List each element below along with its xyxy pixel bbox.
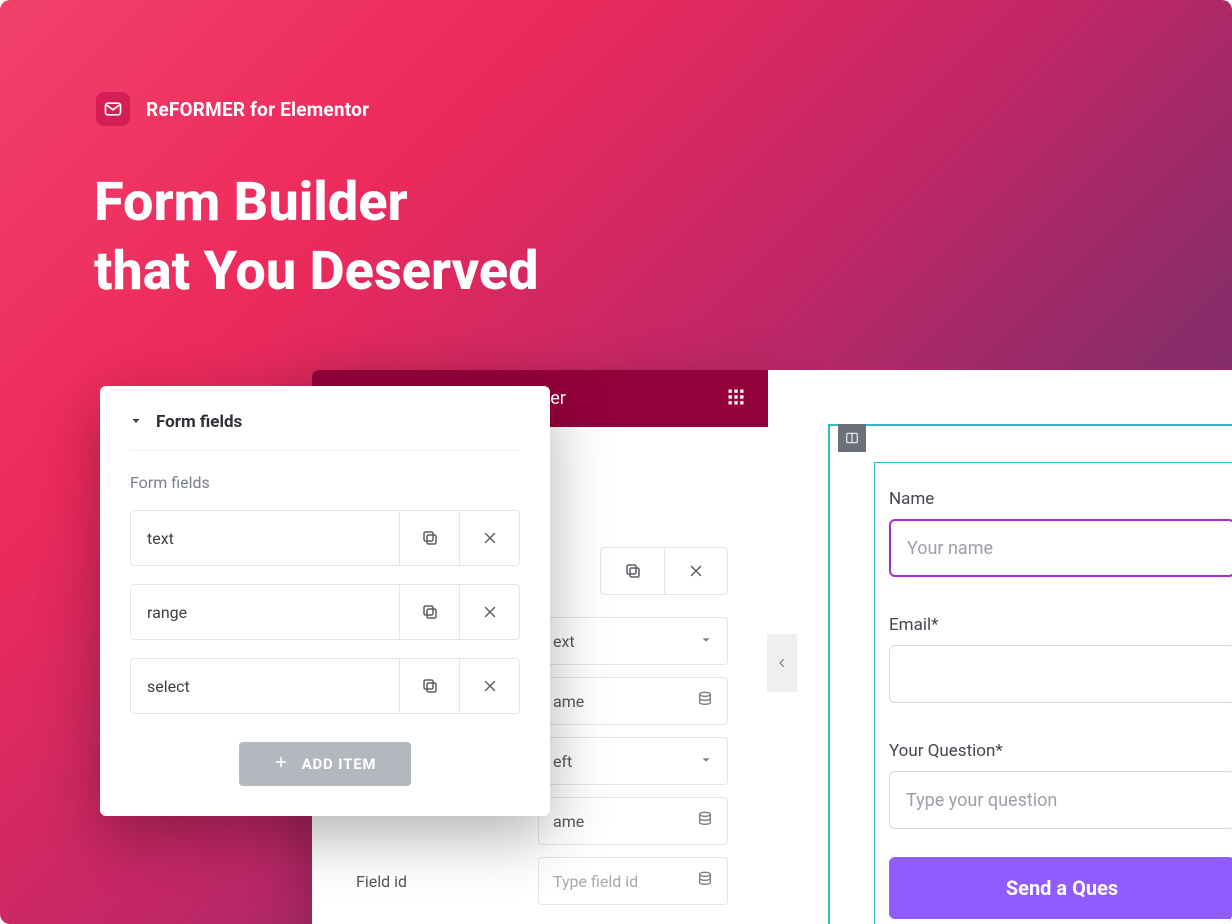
setting-field-id: Field id Type field id	[356, 857, 728, 905]
email-input[interactable]	[889, 645, 1232, 703]
duplicate-button[interactable]	[399, 659, 459, 713]
field-id-input[interactable]: Type field id	[538, 857, 728, 905]
copy-icon	[421, 677, 439, 695]
name-placeholder: Your name	[907, 538, 993, 559]
preview-field-email: Email*	[889, 615, 1232, 703]
copy-icon	[421, 529, 439, 547]
widget-handle[interactable]	[838, 424, 866, 452]
form-field-name: select	[131, 659, 399, 713]
apps-icon[interactable]	[726, 387, 746, 411]
field-id-label: Field id	[356, 872, 407, 891]
hero-title: Form Builder that You Deserved	[94, 168, 539, 306]
close-icon	[481, 529, 499, 547]
preview-canvas: Name Your name Email* Your Question* Typ…	[768, 370, 1232, 924]
preview-section-selection[interactable]: Name Your name Email* Your Question* Typ…	[828, 424, 1232, 924]
chevron-down-icon	[699, 632, 713, 651]
name-input[interactable]: Your name	[889, 519, 1232, 577]
label-value: ame	[553, 812, 584, 831]
form-field-item[interactable]: range	[130, 584, 520, 640]
copy-icon	[624, 562, 642, 580]
duplicate-button[interactable]	[600, 547, 664, 595]
plus-icon	[274, 755, 288, 773]
form-field-name: range	[131, 585, 399, 639]
name-label: Name	[889, 489, 1232, 509]
field-id-placeholder: Type field id	[553, 872, 638, 891]
close-icon	[481, 677, 499, 695]
form-field-item[interactable]: select	[130, 658, 520, 714]
hero-line-1: Form Builder	[94, 168, 539, 237]
question-label: Your Question*	[889, 741, 1232, 761]
hero-canvas: ReFORMER for Elementor Form Builder that…	[0, 0, 1232, 924]
database-icon	[697, 691, 713, 711]
popover-section-label: Form fields	[130, 473, 520, 492]
submit-button[interactable]: Send a Ques	[889, 857, 1232, 919]
form-fields-list: text range select	[130, 510, 520, 714]
form-fields-popover: Form fields Form fields text range	[100, 386, 550, 816]
brand-icon	[96, 92, 130, 126]
preview-field-name: Name Your name	[889, 489, 1232, 577]
copy-icon	[421, 603, 439, 621]
chevron-down-icon	[699, 752, 713, 771]
preview-field-question: Your Question* Type your question	[889, 741, 1232, 829]
mail-icon	[103, 99, 123, 119]
database-icon	[697, 811, 713, 831]
hero-line-2: that You Deserved	[94, 237, 539, 306]
question-placeholder: Type your question	[906, 790, 1057, 811]
columns-icon	[845, 431, 859, 445]
add-item-label: ADD ITEM	[302, 755, 377, 773]
brand-name: ReFORMER for Elementor	[146, 98, 369, 121]
question-input[interactable]: Type your question	[889, 771, 1232, 829]
remove-button[interactable]	[664, 547, 728, 595]
submit-label: Send a Ques	[1006, 876, 1118, 900]
field-type-select[interactable]: ext	[538, 617, 728, 665]
close-icon	[481, 603, 499, 621]
remove-button[interactable]	[459, 585, 519, 639]
popover-title: Form fields	[156, 412, 242, 432]
align-value: eft	[553, 752, 572, 771]
label-input[interactable]: ame	[538, 797, 728, 845]
duplicate-button[interactable]	[399, 511, 459, 565]
duplicate-button[interactable]	[399, 585, 459, 639]
remove-button[interactable]	[459, 659, 519, 713]
caret-down-icon	[130, 412, 142, 432]
field-type-value: ext	[553, 632, 575, 651]
email-label: Email*	[889, 615, 1232, 635]
chevron-left-icon	[776, 657, 788, 669]
name-input[interactable]: ame	[538, 677, 728, 725]
align-select[interactable]: eft	[538, 737, 728, 785]
database-icon	[697, 871, 713, 891]
name-value: ame	[553, 692, 584, 711]
close-icon	[687, 562, 705, 580]
preview-widget-selection[interactable]: Name Your name Email* Your Question* Typ…	[874, 462, 1232, 924]
form-field-name: text	[131, 511, 399, 565]
panel-collapse-handle[interactable]	[767, 634, 797, 692]
remove-button[interactable]	[459, 511, 519, 565]
popover-header[interactable]: Form fields	[130, 412, 520, 451]
form-field-item[interactable]: text	[130, 510, 520, 566]
add-item-button[interactable]: ADD ITEM	[239, 742, 411, 786]
brand-block: ReFORMER for Elementor	[96, 92, 369, 126]
